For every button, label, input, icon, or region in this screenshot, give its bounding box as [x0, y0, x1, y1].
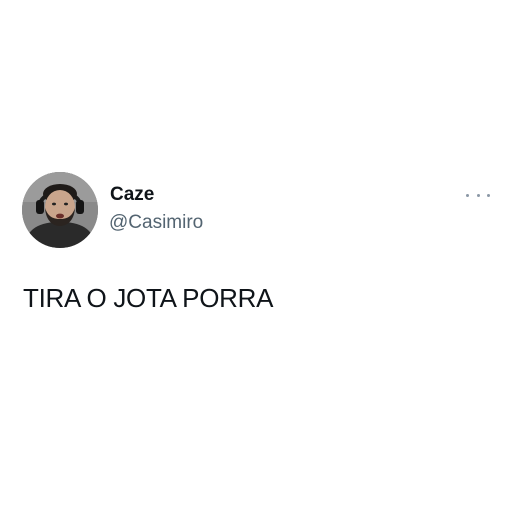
- more-options-button[interactable]: [466, 189, 490, 201]
- display-name[interactable]: Caze: [110, 184, 154, 206]
- ellipsis-icon: [466, 193, 469, 197]
- tweet-card: Caze @Casimiro TIRA O JOTA PORRA: [0, 0, 512, 512]
- ellipsis-icon: [476, 193, 480, 197]
- tweet-text: TIRA O JOTA PORRA: [23, 283, 274, 313]
- username[interactable]: @Casimiro: [109, 212, 203, 234]
- ellipsis-icon: [487, 193, 490, 197]
- avatar-photo: [22, 172, 98, 248]
- avatar[interactable]: [22, 172, 98, 248]
